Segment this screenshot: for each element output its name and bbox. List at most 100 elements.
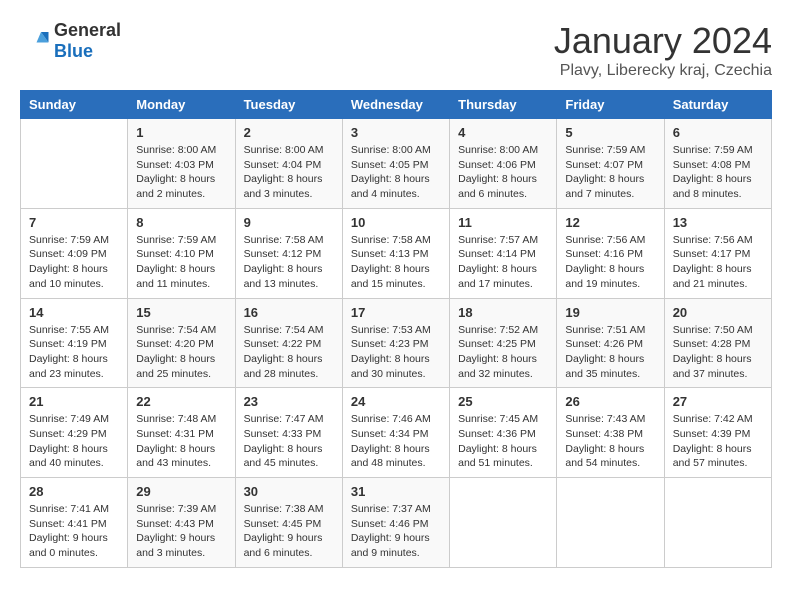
day-number: 16: [244, 305, 334, 320]
day-info: Sunrise: 7:58 AM Sunset: 4:12 PM Dayligh…: [244, 233, 334, 292]
calendar-cell: 29Sunrise: 7:39 AM Sunset: 4:43 PM Dayli…: [128, 478, 235, 568]
logo-blue: Blue: [54, 41, 93, 61]
calendar-cell: 2 Sunrise: 8:00 AM Sunset: 4:04 PM Daylig…: [235, 119, 342, 209]
title-block: January 2024 Plavy, Liberecky kraj, Czec…: [554, 20, 772, 80]
day-info: Sunrise: 7:46 AM Sunset: 4:34 PM Dayligh…: [351, 412, 441, 471]
day-info: Sunrise: 7:53 AM Sunset: 4:23 PM Dayligh…: [351, 323, 441, 382]
calendar-cell: 8 Sunrise: 7:59 AM Sunset: 4:10 PM Daylig…: [128, 208, 235, 298]
day-number: 25: [458, 394, 548, 409]
calendar-cell: 19Sunrise: 7:51 AM Sunset: 4:26 PM Dayli…: [557, 298, 664, 388]
day-number: 27: [673, 394, 763, 409]
day-info: Sunrise: 7:37 AM Sunset: 4:46 PM Dayligh…: [351, 502, 441, 561]
day-number: 30: [244, 484, 334, 499]
day-header-sunday: Sunday: [21, 91, 128, 119]
calendar-cell: 23 Sunrise: 7:47 AM Sunset: 4:33 PM Dayli…: [235, 388, 342, 478]
week-row-1: 1 Sunrise: 8:00 AM Sunset: 4:03 PM Daylig…: [21, 119, 772, 209]
day-info: Sunrise: 7:59 AM Sunset: 4:08 PM Dayligh…: [673, 143, 763, 202]
calendar-cell: 20 Sunrise: 7:50 AM Sunset: 4:28 PM Dayli…: [664, 298, 771, 388]
day-number: 2: [244, 125, 334, 140]
calendar-cell: 26 Sunrise: 7:43 AM Sunset: 4:38 PM Dayli…: [557, 388, 664, 478]
calendar-cell: 24 Sunrise: 7:46 AM Sunset: 4:34 PM Dayli…: [342, 388, 449, 478]
day-number: 21: [29, 394, 119, 409]
logo: General Blue: [20, 20, 121, 62]
calendar-table: SundayMondayTuesdayWednesdayThursdayFrid…: [20, 90, 772, 568]
day-info: Sunrise: 7:59 AM Sunset: 4:09 PM Dayligh…: [29, 233, 119, 292]
calendar-cell: 17 Sunrise: 7:53 AM Sunset: 4:23 PM Dayli…: [342, 298, 449, 388]
calendar-cell: 10Sunrise: 7:58 AM Sunset: 4:13 PM Dayli…: [342, 208, 449, 298]
day-info: Sunrise: 7:56 AM Sunset: 4:17 PM Dayligh…: [673, 233, 763, 292]
header-row: SundayMondayTuesdayWednesdayThursdayFrid…: [21, 91, 772, 119]
calendar-cell: 28 Sunrise: 7:41 AM Sunset: 4:41 PM Dayli…: [21, 478, 128, 568]
day-header-thursday: Thursday: [450, 91, 557, 119]
calendar-cell: [21, 119, 128, 209]
week-row-5: 28 Sunrise: 7:41 AM Sunset: 4:41 PM Dayli…: [21, 478, 772, 568]
day-info: Sunrise: 7:59 AM Sunset: 4:10 PM Dayligh…: [136, 233, 226, 292]
calendar-cell: 21Sunrise: 7:49 AM Sunset: 4:29 PM Dayli…: [21, 388, 128, 478]
day-number: 24: [351, 394, 441, 409]
day-number: 6: [673, 125, 763, 140]
day-info: Sunrise: 7:42 AM Sunset: 4:39 PM Dayligh…: [673, 412, 763, 471]
day-number: 8: [136, 215, 226, 230]
calendar-cell: 9 Sunrise: 7:58 AM Sunset: 4:12 PM Daylig…: [235, 208, 342, 298]
day-number: 7: [29, 215, 119, 230]
day-info: Sunrise: 8:00 AM Sunset: 4:05 PM Dayligh…: [351, 143, 441, 202]
calendar-cell: 31 Sunrise: 7:37 AM Sunset: 4:46 PM Dayli…: [342, 478, 449, 568]
day-number: 23: [244, 394, 334, 409]
day-info: Sunrise: 7:43 AM Sunset: 4:38 PM Dayligh…: [565, 412, 655, 471]
week-row-3: 14 Sunrise: 7:55 AM Sunset: 4:19 PM Dayli…: [21, 298, 772, 388]
calendar-cell: 22 Sunrise: 7:48 AM Sunset: 4:31 PM Dayli…: [128, 388, 235, 478]
day-info: Sunrise: 7:55 AM Sunset: 4:19 PM Dayligh…: [29, 323, 119, 382]
day-header-saturday: Saturday: [664, 91, 771, 119]
calendar-cell: 4 Sunrise: 8:00 AM Sunset: 4:06 PM Daylig…: [450, 119, 557, 209]
day-info: Sunrise: 7:51 AM Sunset: 4:26 PM Dayligh…: [565, 323, 655, 382]
day-number: 12: [565, 215, 655, 230]
day-info: Sunrise: 7:41 AM Sunset: 4:41 PM Dayligh…: [29, 502, 119, 561]
calendar-cell: [557, 478, 664, 568]
day-number: 4: [458, 125, 548, 140]
calendar-title: January 2024: [554, 20, 772, 62]
calendar-cell: 13 Sunrise: 7:56 AM Sunset: 4:17 PM Dayli…: [664, 208, 771, 298]
day-number: 3: [351, 125, 441, 140]
day-number: 17: [351, 305, 441, 320]
day-number: 9: [244, 215, 334, 230]
day-number: 31: [351, 484, 441, 499]
calendar-cell: 3 Sunrise: 8:00 AM Sunset: 4:05 PM Daylig…: [342, 119, 449, 209]
calendar-cell: 16Sunrise: 7:54 AM Sunset: 4:22 PM Dayli…: [235, 298, 342, 388]
calendar-cell: 14 Sunrise: 7:55 AM Sunset: 4:19 PM Dayli…: [21, 298, 128, 388]
day-info: Sunrise: 7:50 AM Sunset: 4:28 PM Dayligh…: [673, 323, 763, 382]
week-row-2: 7 Sunrise: 7:59 AM Sunset: 4:09 PM Daylig…: [21, 208, 772, 298]
day-number: 20: [673, 305, 763, 320]
logo-icon: [20, 26, 50, 56]
day-number: 11: [458, 215, 548, 230]
day-info: Sunrise: 7:59 AM Sunset: 4:07 PM Dayligh…: [565, 143, 655, 202]
day-number: 1: [136, 125, 226, 140]
day-info: Sunrise: 7:48 AM Sunset: 4:31 PM Dayligh…: [136, 412, 226, 471]
logo-general: General: [54, 20, 121, 40]
day-number: 18: [458, 305, 548, 320]
day-number: 26: [565, 394, 655, 409]
day-header-friday: Friday: [557, 91, 664, 119]
day-number: 15: [136, 305, 226, 320]
day-info: Sunrise: 8:00 AM Sunset: 4:04 PM Dayligh…: [244, 143, 334, 202]
calendar-cell: [664, 478, 771, 568]
day-number: 14: [29, 305, 119, 320]
day-header-monday: Monday: [128, 91, 235, 119]
day-number: 13: [673, 215, 763, 230]
day-info: Sunrise: 8:00 AM Sunset: 4:06 PM Dayligh…: [458, 143, 548, 202]
calendar-cell: 12Sunrise: 7:56 AM Sunset: 4:16 PM Dayli…: [557, 208, 664, 298]
calendar-cell: 11Sunrise: 7:57 AM Sunset: 4:14 PM Dayli…: [450, 208, 557, 298]
calendar-cell: [450, 478, 557, 568]
day-header-wednesday: Wednesday: [342, 91, 449, 119]
day-number: 28: [29, 484, 119, 499]
day-info: Sunrise: 7:47 AM Sunset: 4:33 PM Dayligh…: [244, 412, 334, 471]
day-info: Sunrise: 8:00 AM Sunset: 4:03 PM Dayligh…: [136, 143, 226, 202]
calendar-cell: 5Sunrise: 7:59 AM Sunset: 4:07 PM Daylig…: [557, 119, 664, 209]
calendar-cell: 1 Sunrise: 8:00 AM Sunset: 4:03 PM Daylig…: [128, 119, 235, 209]
calendar-cell: 7 Sunrise: 7:59 AM Sunset: 4:09 PM Daylig…: [21, 208, 128, 298]
page-header: General Blue January 2024 Plavy, Liberec…: [20, 20, 772, 80]
day-number: 22: [136, 394, 226, 409]
calendar-cell: 15 Sunrise: 7:54 AM Sunset: 4:20 PM Dayli…: [128, 298, 235, 388]
day-info: Sunrise: 7:52 AM Sunset: 4:25 PM Dayligh…: [458, 323, 548, 382]
day-info: Sunrise: 7:54 AM Sunset: 4:20 PM Dayligh…: [136, 323, 226, 382]
day-info: Sunrise: 7:58 AM Sunset: 4:13 PM Dayligh…: [351, 233, 441, 292]
